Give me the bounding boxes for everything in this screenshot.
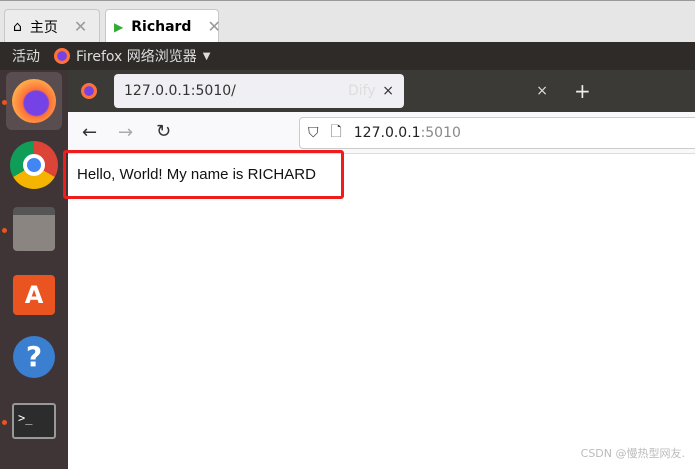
running-indicator [2, 228, 7, 233]
activities-button[interactable]: 活动 [12, 46, 40, 66]
shield-icon[interactable]: ⛉ [308, 125, 319, 141]
dock-help[interactable]: ? [6, 328, 62, 386]
chrome-icon [10, 141, 58, 189]
dock-terminal[interactable]: >_ [6, 392, 62, 450]
close-icon[interactable]: ✕ [207, 17, 220, 36]
help-icon: ? [13, 336, 55, 378]
dock-firefox[interactable] [6, 72, 62, 130]
nav-toolbar: ← → ↻ ⛉ 🗋 127.0.0.1:5010 [68, 112, 695, 154]
hello-text: Hello, World! My name is RICHARD [77, 166, 316, 183]
firefox-icon [54, 48, 70, 64]
back-button[interactable]: ← [82, 122, 97, 143]
tab-dify[interactable]: Dify × [338, 74, 558, 108]
reload-button[interactable]: ↻ [156, 121, 171, 142]
running-indicator [2, 100, 7, 105]
close-tab-icon[interactable]: × [536, 83, 548, 99]
vm-icon: ▶ [114, 19, 124, 34]
firefox-icon [12, 79, 56, 123]
highlight-box: Hello, World! My name is RICHARD [63, 150, 344, 199]
vm-tab-bar: ⌂ 主页 ✕ ▶ Richard ✕ [0, 0, 695, 43]
app-menu[interactable]: Firefox 网络浏览器 ▼ [54, 46, 211, 66]
page-content [68, 155, 695, 469]
url-host: 127.0.0.1 [353, 125, 421, 141]
dock-files[interactable] [6, 200, 62, 258]
terminal-icon: >_ [12, 403, 56, 439]
home-icon: ⌂ [13, 18, 22, 35]
forward-button[interactable]: → [118, 122, 133, 143]
dock-chrome[interactable] [6, 136, 62, 194]
watermark: CSDN @慢热型网友. [580, 447, 685, 460]
url-port: :5010 [420, 125, 461, 141]
vm-tab-richard[interactable]: ▶ Richard ✕ [105, 9, 221, 43]
running-indicator [2, 420, 7, 425]
dock-software[interactable]: A [6, 266, 62, 324]
browser-tab-strip: 127.0.0.1:5010/× Dify × + [68, 70, 695, 112]
software-icon: A [13, 275, 55, 315]
firefox-view-icon[interactable] [81, 83, 97, 99]
url-bar[interactable]: ⛉ 🗋 127.0.0.1:5010 [299, 117, 695, 149]
caret-down-icon: ▼ [202, 50, 211, 62]
page-icon: 🗋 [330, 124, 342, 140]
vm-tab-home[interactable]: ⌂ 主页 ✕ [4, 9, 100, 43]
files-icon [13, 207, 55, 251]
dock: A ? >_ [0, 70, 68, 469]
close-icon[interactable]: ✕ [74, 17, 87, 36]
new-tab-button[interactable]: + [574, 79, 591, 103]
ubuntu-top-bar: 活动 Firefox 网络浏览器 ▼ [0, 42, 695, 70]
